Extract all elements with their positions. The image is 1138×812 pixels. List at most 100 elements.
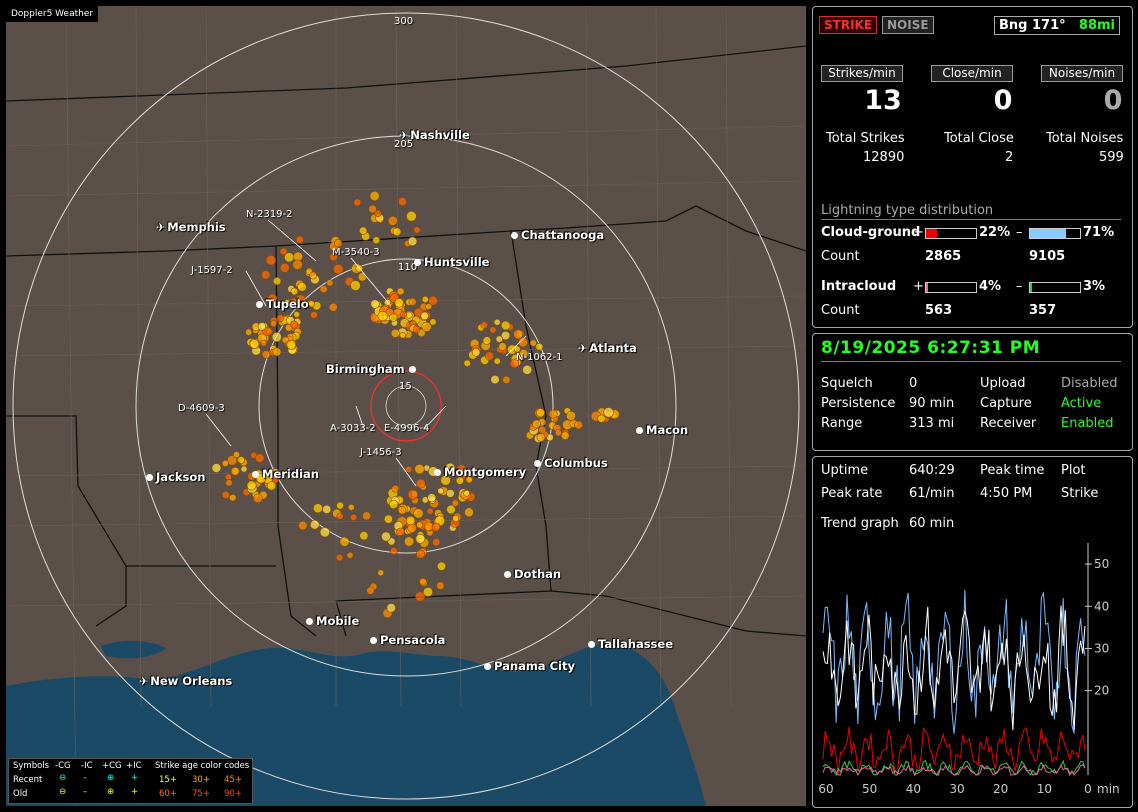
plot-value[interactable]: Strike <box>1061 486 1098 501</box>
legend-symbols-label: Symbols <box>13 761 50 771</box>
ic-positive-count: 563 <box>925 303 953 318</box>
strikes-per-min-header[interactable]: Strikes/min <box>821 65 903 82</box>
strike-marker <box>419 577 427 586</box>
strike-marker <box>493 318 501 326</box>
city-dot-icon <box>370 637 377 644</box>
legend-col: +IC <box>126 761 142 771</box>
strike-marker <box>427 493 437 503</box>
strike-marker <box>436 581 445 590</box>
legend-col: -CG <box>55 761 71 771</box>
city-jackson: Jackson <box>146 470 205 484</box>
strike-marker <box>415 478 426 489</box>
legend-old-label: Old <box>13 789 28 799</box>
strikes-per-min-value: 13 <box>864 85 902 116</box>
strike-marker <box>326 279 334 287</box>
receiver-value: Enabled <box>1061 416 1114 431</box>
strike-button[interactable]: STRIKE <box>819 16 878 34</box>
x-tick-label: 30 <box>949 782 964 796</box>
strike-marker <box>396 527 405 536</box>
distribution-title: Lightning type distribution <box>821 203 994 218</box>
airport-icon: ✈ <box>399 129 409 142</box>
strike-marker <box>322 504 332 514</box>
cg-positive-bar <box>925 228 977 239</box>
storm-label[interactable]: N-2319-2 <box>246 209 293 220</box>
strike-marker <box>464 507 474 518</box>
storm-label[interactable]: J-1456-3 <box>360 447 402 458</box>
strike-marker <box>413 508 424 519</box>
strike-marker <box>224 473 232 481</box>
storm-label[interactable]: E-4996-4 <box>384 423 429 434</box>
storm-label[interactable]: M-3540-3 <box>332 247 380 258</box>
strike-marker <box>297 282 307 292</box>
city-dot-icon <box>408 366 416 373</box>
strike-marker <box>406 210 417 222</box>
plus-ic-icon: + <box>131 787 139 797</box>
strike-marker <box>560 431 570 441</box>
strike-marker <box>536 433 546 442</box>
trend-graph-label: Trend graph <box>821 516 899 531</box>
settings-panel: 8/19/2025 6:27:31 PM Squelch 0 Upload Di… <box>812 333 1133 451</box>
persistence-label: Persistence <box>821 396 896 411</box>
symbol-legend: Symbols -CG -IC +CG +IC Strike age color… <box>8 758 253 804</box>
strike-marker <box>270 320 277 328</box>
ic-negative-count: 357 <box>1029 303 1057 318</box>
strike-marker <box>350 280 361 291</box>
city-dot-icon <box>256 301 263 308</box>
strike-marker <box>271 331 282 342</box>
plus-sign: + <box>913 225 924 240</box>
age-code: 75+ <box>192 789 210 799</box>
strike-marker <box>407 236 418 247</box>
close-per-min-header[interactable]: Close/min <box>931 65 1013 82</box>
strike-marker <box>416 521 424 529</box>
strike-marker <box>249 339 260 349</box>
storm-label[interactable]: J-1597-2 <box>191 265 233 276</box>
strike-marker <box>413 226 421 234</box>
noises-per-min-header[interactable]: Noises/min <box>1041 65 1123 82</box>
storm-label[interactable]: A-3033-2 <box>330 423 376 434</box>
strike-marker <box>233 451 241 459</box>
city-dothan: Dothan <box>504 567 561 581</box>
strike-marker <box>532 419 541 429</box>
strike-marker <box>261 350 271 359</box>
storm-label[interactable]: N-1062-1 <box>516 352 563 363</box>
strike-marker <box>399 311 407 318</box>
strike-marker <box>357 272 367 282</box>
strike-marker <box>240 465 248 473</box>
strike-marker <box>399 331 407 339</box>
strike-marker <box>359 226 368 235</box>
storm-label[interactable]: D-4609-3 <box>178 403 225 414</box>
divider <box>821 219 1121 220</box>
strike-marker <box>480 321 488 329</box>
cg-positive-pct: 22% <box>979 225 1011 240</box>
city-dot-icon <box>636 427 643 434</box>
capture-label: Capture <box>980 396 1032 411</box>
strike-marker <box>353 198 361 207</box>
legend-col: -IC <box>81 761 93 771</box>
strike-marker <box>292 259 303 270</box>
noise-button[interactable]: NOISE <box>882 16 934 34</box>
age-code: 60+ <box>159 789 177 799</box>
peak-time-value: 4:50 PM <box>980 486 1033 501</box>
strike-marker <box>336 512 344 520</box>
strike-marker <box>368 204 377 214</box>
plot-label: Plot <box>1061 463 1086 478</box>
age-code: 30+ <box>192 775 210 785</box>
lightning-map[interactable]: Doppler5 Weather 300 205 110 15 ✈ Nashvil… <box>6 6 806 806</box>
x-tick-label: 60 <box>818 782 833 796</box>
strike-marker <box>414 464 425 475</box>
map-canvas[interactable] <box>6 6 806 806</box>
strike-marker <box>253 493 263 503</box>
strike-marker <box>377 569 385 577</box>
city-dot-icon <box>306 618 313 625</box>
strike-marker <box>415 533 426 544</box>
total-close-label: Total Close <box>944 131 1014 146</box>
strike-marker <box>431 522 441 532</box>
strike-marker <box>597 414 606 423</box>
legend-recent-label: Recent <box>13 775 43 785</box>
strike-marker <box>229 494 237 502</box>
strike-marker <box>502 375 511 384</box>
strike-marker <box>255 453 265 463</box>
strike-marker <box>293 311 301 318</box>
strike-marker <box>535 408 545 418</box>
city-nashville: ✈ Nashville <box>399 128 470 142</box>
